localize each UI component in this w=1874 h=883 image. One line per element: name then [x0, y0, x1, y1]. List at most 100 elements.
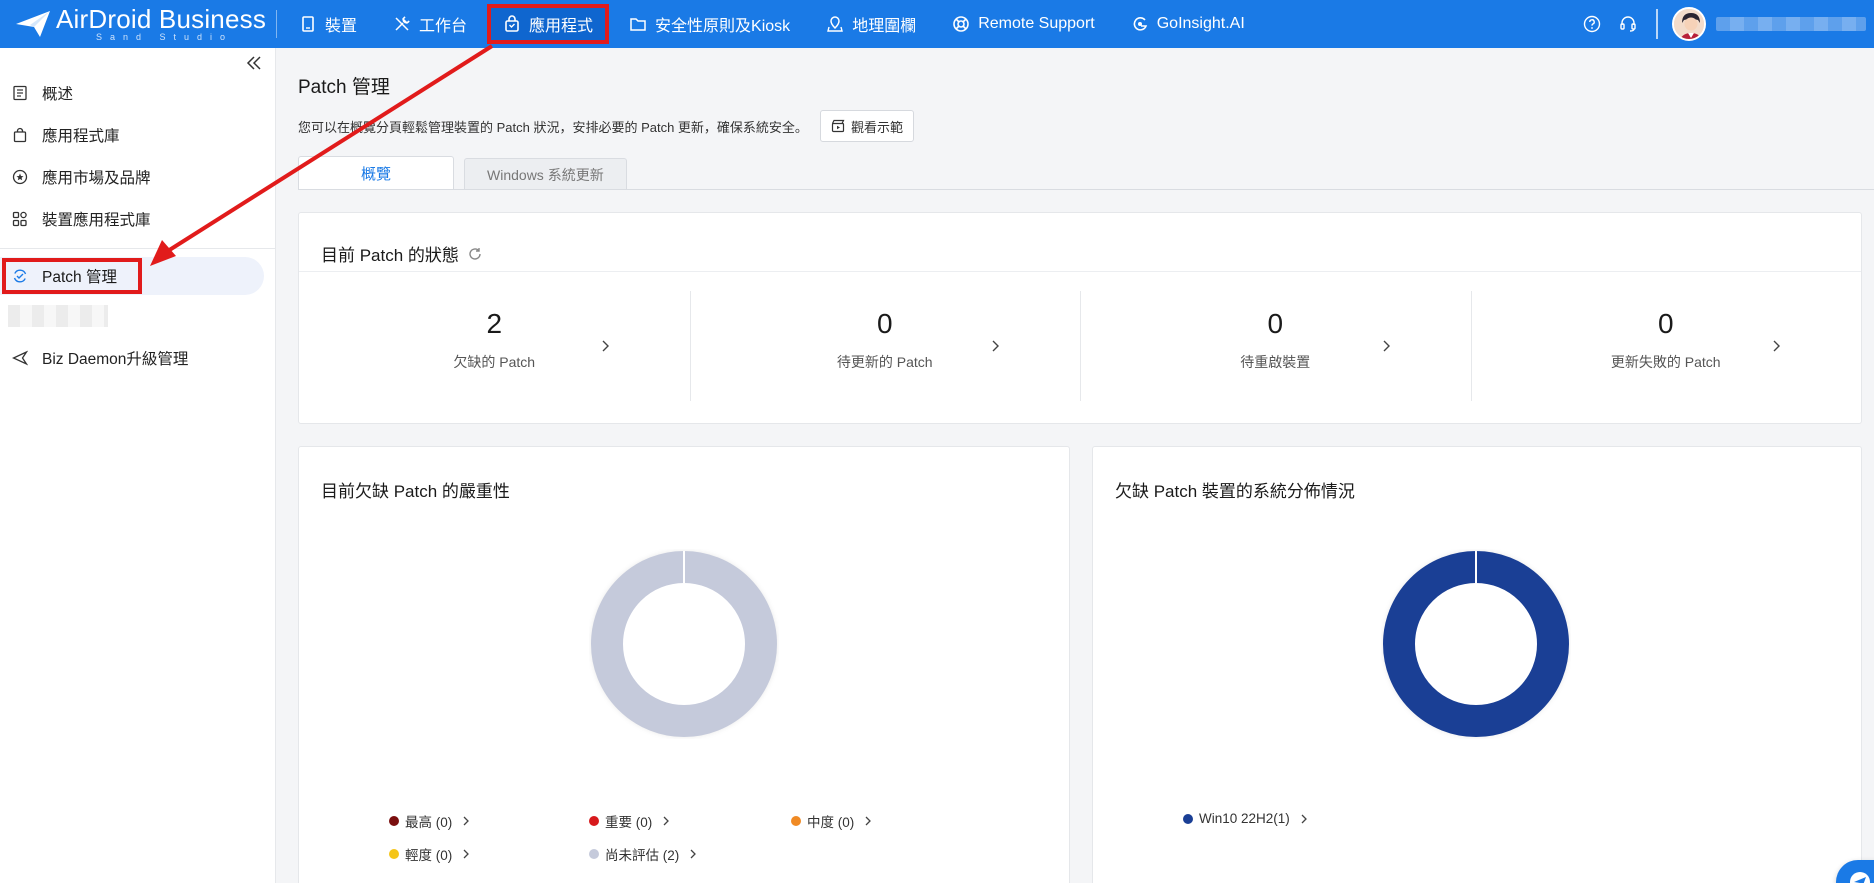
chevron-right-icon	[463, 816, 470, 826]
nav-item-label: 工作台	[419, 18, 468, 35]
legend-item-not-assessed[interactable]: 尚未評估 (2)	[589, 844, 697, 864]
nav-item-geofence[interactable]: 地理圍欄	[812, 6, 930, 42]
page-description-row: 您可以在概覽分頁輕鬆管理裝置的 Patch 狀況，安排必要的 Patch 更新，…	[298, 110, 914, 142]
legend-label: 尚未評估 (2)	[605, 848, 680, 863]
lifebuoy-icon	[953, 16, 970, 32]
legend-item-critical[interactable]: 最高 (0)	[389, 811, 470, 831]
collapse-sidebar-icon[interactable]	[245, 54, 263, 72]
stat-pending-reboot[interactable]: 0 待重啟裝置	[1080, 291, 1471, 401]
severity-chart-title: 目前欠缺 Patch 的嚴重性	[321, 482, 510, 501]
nav-item-policy-kiosk[interactable]: 安全性原則及Kiosk	[615, 6, 804, 42]
nav-item-apps[interactable]: 應用程式	[487, 4, 610, 44]
nav-item-label: Remote Support	[978, 15, 1095, 32]
sidebar-item-patch-management[interactable]: Patch 管理	[0, 257, 264, 295]
chevron-right-icon	[865, 816, 872, 826]
stat-value: 0	[876, 308, 893, 339]
severity-donut-chart	[591, 551, 777, 737]
chevron-right-icon	[663, 816, 670, 826]
sidebar-item-device-app-library[interactable]: 裝置應用程式庫	[0, 198, 276, 240]
sidebar-divider	[0, 248, 276, 249]
page-title: Patch 管理	[298, 77, 390, 98]
sidebar-item-redacted[interactable]	[0, 295, 276, 337]
tools-icon	[395, 16, 410, 31]
main-content: Patch 管理 您可以在概覽分頁輕鬆管理裝置的 Patch 狀況，安排必要的 …	[276, 48, 1874, 883]
refresh-icon[interactable]	[467, 246, 483, 262]
stat-value: 0	[1267, 308, 1284, 339]
sidebar-item-biz-daemon[interactable]: Biz Daemon升級管理	[0, 337, 276, 379]
legend-label: Win10 22H2(1)	[1199, 811, 1290, 826]
sidebar-item-app-market-brand[interactable]: 應用市場及品牌	[0, 156, 276, 198]
stat-value: 2	[486, 308, 503, 339]
top-navigation-bar: AirDroid Business Sand Studio 裝置 工作台 應用程…	[0, 0, 1874, 48]
chevron-right-icon	[1301, 814, 1307, 823]
app-bag-icon	[505, 15, 519, 32]
headset-icon	[1620, 16, 1636, 32]
chevron-right-icon	[1773, 340, 1780, 352]
legend-dot	[1183, 813, 1193, 824]
watch-demo-label: 觀看示範	[850, 119, 903, 135]
user-name-redacted[interactable]	[1716, 17, 1866, 31]
stat-value: 0	[1657, 308, 1674, 339]
legend-item-win10-22h2[interactable]: Win10 22H2(1)	[1183, 811, 1308, 826]
status-card-title-text: 目前 Patch 的狀態	[321, 246, 459, 265]
nav-item-remote-support[interactable]: Remote Support	[938, 6, 1109, 42]
legend-label: 最高 (0)	[405, 815, 453, 830]
send-paper-plane-icon	[1850, 872, 1870, 883]
sidebar-item-label: Biz Daemon升級管理	[42, 351, 189, 368]
sidebar-item-app-library[interactable]: 應用程式庫	[0, 114, 276, 156]
tab-windows-update[interactable]: Windows 系統更新	[464, 158, 627, 190]
os-distribution-chart-card: 欠缺 Patch 裝置的系統分佈情況 Win10 22H2(1)	[1092, 446, 1862, 883]
sidebar-menu: 概述 應用程式庫 應用市場及品牌 裝置應用程式庫 Patch 管理 Biz Da…	[0, 72, 276, 379]
status-card-title: 目前 Patch 的狀態	[321, 241, 483, 266]
brand-logo-area[interactable]: AirDroid Business Sand Studio	[0, 0, 276, 48]
nav-item-goinsight[interactable]: GoInsight.AI	[1117, 6, 1259, 42]
main-nav: 裝置 工作台 應用程式 安全性原則及Kiosk 地理圍欄 Remote Supp…	[285, 0, 1267, 48]
chevron-right-icon	[992, 340, 999, 352]
help-icon	[1583, 15, 1601, 33]
page-header: Patch 管理	[298, 72, 390, 99]
nav-item-devices[interactable]: 裝置	[285, 6, 371, 42]
nav-item-label: 安全性原則及Kiosk	[655, 18, 791, 35]
help-button[interactable]	[1582, 14, 1602, 34]
tab-overview[interactable]: 概覽	[298, 156, 455, 190]
legend-item-moderate[interactable]: 中度 (0)	[791, 811, 872, 831]
star-badge-icon	[12, 169, 28, 185]
watch-demo-button[interactable]: 觀看示範	[819, 110, 914, 142]
app-root: { "brand": { "name": "AirDroid Business"…	[0, 0, 1874, 883]
sidebar: 概述 應用程式庫 應用市場及品牌 裝置應用程式庫 Patch 管理 Biz Da…	[0, 48, 276, 883]
legend-dot	[389, 816, 399, 826]
folder-icon	[630, 18, 646, 31]
tabs-underline	[298, 189, 1874, 190]
topbar-user-divider	[1656, 9, 1658, 39]
stat-missing-patch[interactable]: 2 欠缺的 Patch	[299, 291, 690, 401]
legend-label: 中度 (0)	[807, 815, 855, 830]
nav-item-label: 應用程式	[529, 18, 594, 35]
support-button[interactable]	[1618, 14, 1638, 34]
grid-apps-icon	[12, 211, 27, 227]
avatar-image-icon	[1674, 9, 1704, 39]
goinsight-icon	[1133, 17, 1147, 31]
legend-item-important[interactable]: 重要 (0)	[589, 811, 670, 831]
legend-label: 輕度 (0)	[405, 848, 453, 863]
stat-pending-update[interactable]: 0 待更新的 Patch	[689, 291, 1081, 401]
stat-failed-patch[interactable]: 0 更新失敗的 Patch	[1470, 291, 1862, 401]
legend-item-low[interactable]: 輕度 (0)	[389, 844, 470, 864]
sidebar-item-label: 應用程式庫	[42, 128, 120, 145]
stat-label: 待重啟裝置	[1240, 354, 1311, 370]
sidebar-item-label: 裝置應用程式庫	[42, 212, 151, 229]
legend-dot	[791, 816, 801, 826]
user-avatar[interactable]	[1672, 7, 1706, 41]
nav-item-workbench[interactable]: 工作台	[379, 6, 481, 42]
os-distribution-donut-chart	[1383, 551, 1569, 737]
stat-label: 更新失敗的 Patch	[1610, 354, 1721, 370]
send-arrow-icon	[12, 350, 28, 366]
chevron-right-icon	[463, 849, 470, 859]
stat-label: 待更新的 Patch	[836, 354, 933, 370]
stat-label: 欠缺的 Patch	[453, 354, 536, 370]
sidebar-item-overview[interactable]: 概述	[0, 72, 276, 114]
legend-dot	[589, 816, 599, 826]
status-card-divider	[299, 271, 1861, 272]
device-icon	[302, 16, 314, 32]
geofence-icon	[827, 16, 844, 32]
video-clapper-icon	[831, 119, 845, 133]
